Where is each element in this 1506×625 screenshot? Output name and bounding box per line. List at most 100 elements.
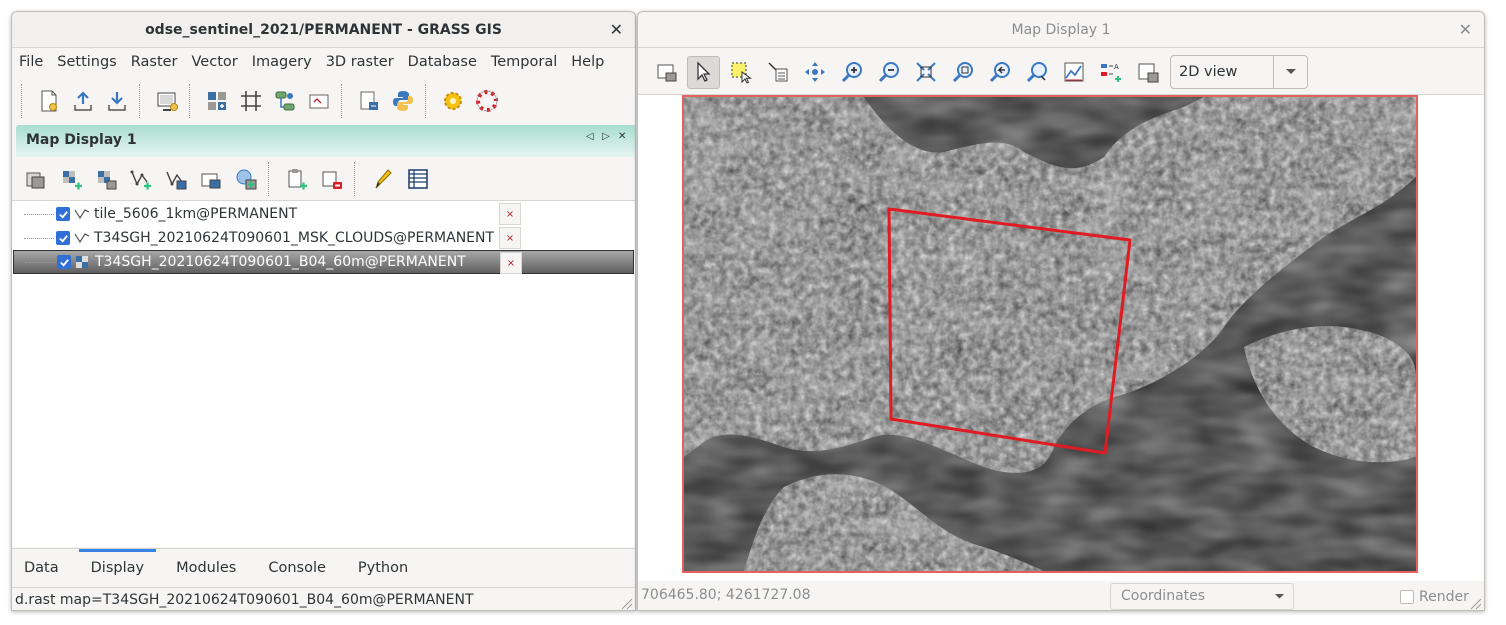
- pan-icon[interactable]: [798, 56, 831, 89]
- menu-vector[interactable]: Vector: [187, 49, 243, 75]
- raster-calculator-icon[interactable]: [202, 86, 232, 116]
- new-map-display-icon[interactable]: [152, 86, 182, 116]
- tab-modules[interactable]: Modules: [164, 550, 248, 586]
- menu-imagery[interactable]: Imagery: [247, 49, 317, 75]
- map-canvas[interactable]: [682, 95, 1418, 573]
- add-raster-misc-icon[interactable]: [90, 164, 121, 194]
- zoom-out-icon[interactable]: [872, 56, 905, 89]
- settings-icon[interactable]: [438, 86, 468, 116]
- render-label: Render: [1419, 589, 1469, 605]
- render-checkbox[interactable]: Render: [1400, 589, 1469, 605]
- layer-row[interactable]: tile_5606_1km@PERMANENT ×: [12, 202, 635, 226]
- add-overlay-icon[interactable]: [195, 164, 226, 194]
- script-editor-icon[interactable]: [354, 86, 384, 116]
- statusbar-mode-value: Coordinates: [1121, 588, 1206, 604]
- add-vector-icon[interactable]: [125, 164, 156, 194]
- add-vector-misc-icon[interactable]: [160, 164, 191, 194]
- decoration-icon[interactable]: A: [1094, 56, 1127, 89]
- zoom-in-icon[interactable]: [835, 56, 868, 89]
- zoom-back-icon[interactable]: [983, 56, 1016, 89]
- map-status-bar: 706465.80; 4261727.08 Coordinates Render: [638, 581, 1484, 610]
- menu-database[interactable]: Database: [403, 49, 482, 75]
- new-workspace-icon[interactable]: [34, 86, 64, 116]
- layer-row-selected[interactable]: T34SGH_20210624T090601_B04_60m@PERMANENT…: [13, 250, 634, 274]
- layer-row[interactable]: T34SGH_20210624T090601_MSK_CLOUDS@PERMAN…: [12, 226, 635, 250]
- zoom-region-icon[interactable]: [946, 56, 979, 89]
- menu-bar: File Settings Raster Vector Imagery 3D r…: [12, 49, 635, 75]
- add-group-icon[interactable]: [281, 164, 312, 194]
- georectify-icon[interactable]: [236, 86, 266, 116]
- render-checkbox-box[interactable]: [1400, 590, 1414, 604]
- layer-visibility-checkbox[interactable]: [56, 231, 70, 245]
- zoom-menu-icon[interactable]: [1020, 56, 1053, 89]
- map-composer-icon[interactable]: [304, 86, 334, 116]
- panel-scroll-right-icon[interactable]: ▷: [602, 131, 610, 142]
- menu-3d-raster[interactable]: 3D raster: [321, 49, 399, 75]
- analyze-icon[interactable]: [1057, 56, 1090, 89]
- layer-visibility-checkbox[interactable]: [57, 255, 71, 269]
- toolbar-separator: [354, 162, 360, 196]
- layer-name: T34SGH_20210624T090601_B04_60m@PERMANENT: [95, 254, 466, 270]
- raster-layer-icon: [75, 255, 95, 269]
- tab-data[interactable]: Data: [12, 550, 71, 586]
- add-map-layers-icon[interactable]: [20, 164, 51, 194]
- tab-python[interactable]: Python: [346, 550, 420, 586]
- grass-main-window: odse_sentinel_2021/PERMANENT - GRASS GIS…: [11, 11, 636, 611]
- map-window-close-button[interactable]: ✕: [1459, 12, 1472, 48]
- chevron-down-icon: [1274, 584, 1285, 609]
- view-mode-value: 2D view: [1179, 64, 1238, 80]
- tree-connector: [24, 237, 54, 239]
- zoom-extent-icon[interactable]: [909, 56, 942, 89]
- menu-temporal[interactable]: Temporal: [486, 49, 562, 75]
- save-workspace-icon[interactable]: [102, 86, 132, 116]
- add-raster-icon[interactable]: [55, 164, 86, 194]
- display-map-icon[interactable]: [650, 56, 683, 89]
- pointer-icon[interactable]: [687, 55, 720, 89]
- toolbar-separator: [189, 84, 195, 118]
- panel-scroll-left-icon[interactable]: ◁: [586, 131, 594, 142]
- remove-layer-icon[interactable]: [316, 164, 347, 194]
- toolbar-grip[interactable]: [21, 84, 27, 118]
- map-display-panel-tab[interactable]: Map Display 1 ◁ ▷ ✕: [16, 125, 635, 157]
- main-window-titlebar: odse_sentinel_2021/PERMANENT - GRASS GIS…: [12, 12, 635, 48]
- toolbar-separator: [268, 162, 274, 196]
- map-toolbar: A 2D view: [650, 52, 1308, 92]
- tree-connector: [24, 213, 54, 215]
- resize-grip-icon[interactable]: [619, 596, 633, 610]
- layer-options-icon[interactable]: ×: [499, 227, 521, 249]
- view-mode-dropdown[interactable]: 2D view: [1170, 55, 1308, 89]
- layer-tree: tile_5606_1km@PERMANENT × T34SGH_2021062…: [12, 200, 635, 547]
- vector-layer-icon: [74, 208, 94, 220]
- menu-raster[interactable]: Raster: [126, 49, 183, 75]
- add-web-service-icon[interactable]: [230, 164, 261, 194]
- menu-help[interactable]: Help: [566, 49, 609, 75]
- edit-vector-icon[interactable]: [367, 164, 398, 194]
- attribute-table-icon[interactable]: [402, 164, 433, 194]
- python-icon[interactable]: [388, 86, 418, 116]
- menu-settings[interactable]: Settings: [52, 49, 121, 75]
- graphical-modeler-icon[interactable]: [270, 86, 300, 116]
- map-display-window: Map Display 1 ✕ A 2D view 706465.80; 426…: [637, 11, 1485, 611]
- layer-options-icon[interactable]: ×: [499, 203, 521, 225]
- coordinates-readout: 706465.80; 4261727.08: [641, 587, 811, 603]
- panel-close-icon[interactable]: ✕: [618, 131, 626, 142]
- help-icon[interactable]: [472, 86, 502, 116]
- layer-name: T34SGH_20210624T090601_MSK_CLOUDS@PERMAN…: [94, 230, 495, 246]
- main-window-close-button[interactable]: ✕: [610, 12, 623, 48]
- chevron-down-icon: [1273, 56, 1307, 88]
- open-workspace-icon[interactable]: [68, 86, 98, 116]
- menu-file[interactable]: File: [14, 49, 48, 75]
- select-feature-icon[interactable]: [724, 56, 757, 89]
- map-display-panel-title: Map Display 1: [26, 132, 137, 148]
- map-window-title: Map Display 1: [1011, 22, 1111, 38]
- resize-grip-icon[interactable]: [1468, 596, 1482, 610]
- tab-console[interactable]: Console: [256, 550, 338, 586]
- query-icon[interactable]: [761, 56, 794, 89]
- status-command-text: d.rast map=T34SGH_20210624T090601_B04_60…: [15, 592, 474, 608]
- tab-display[interactable]: Display: [78, 549, 157, 586]
- statusbar-mode-dropdown[interactable]: Coordinates: [1110, 583, 1294, 610]
- layer-visibility-checkbox[interactable]: [56, 207, 70, 221]
- vector-layer-icon: [74, 232, 94, 244]
- layer-options-icon[interactable]: ×: [500, 252, 522, 274]
- save-image-icon[interactable]: [1131, 56, 1164, 89]
